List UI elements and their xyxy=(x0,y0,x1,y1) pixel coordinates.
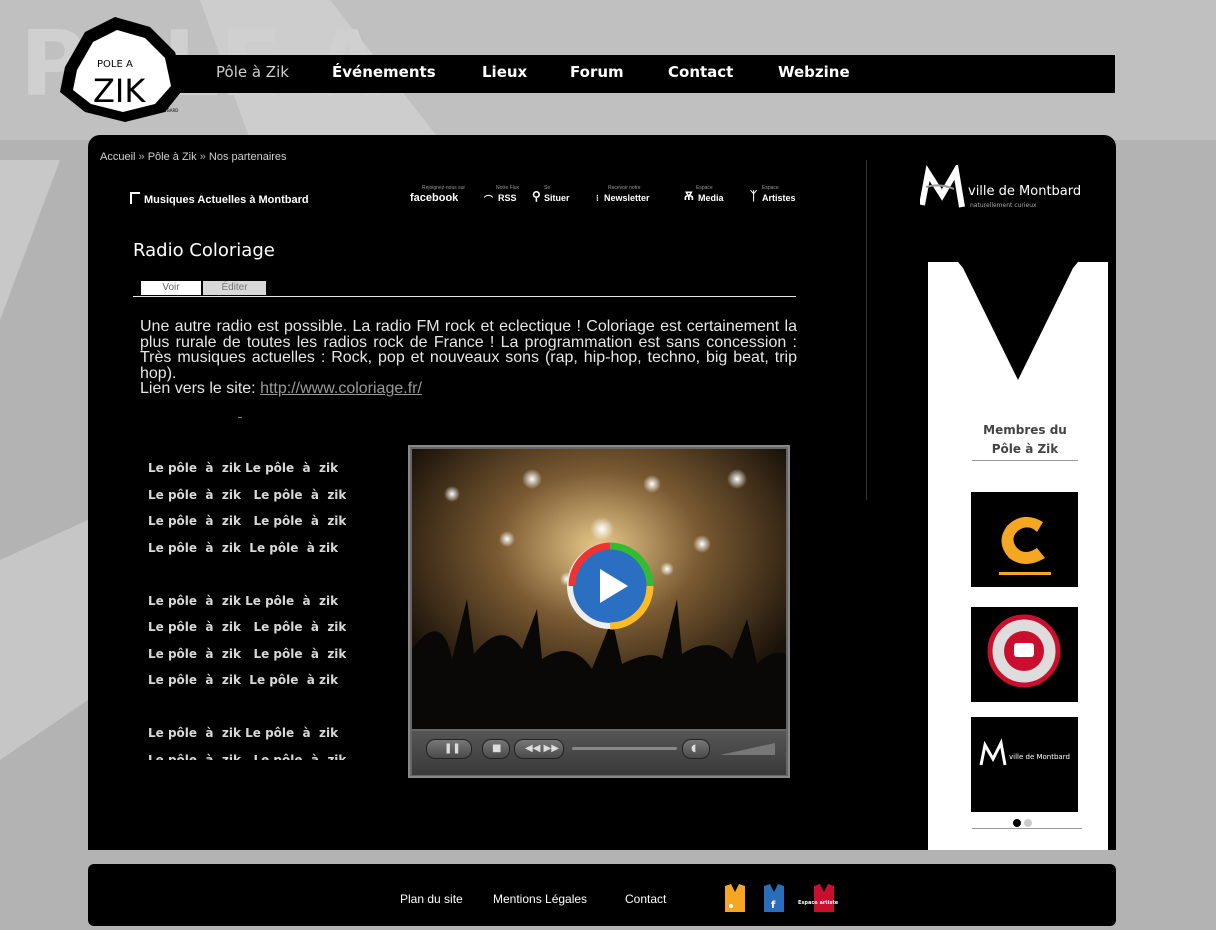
nav-webzine[interactable]: Webzine xyxy=(778,63,850,81)
link-prefix: Lien vers le site: xyxy=(140,380,261,397)
volume-icon[interactable]: ◖ xyxy=(682,739,710,759)
situer-link[interactable]: Se ⚲ Situer xyxy=(532,185,587,209)
svg-text:MONTBARD: MONTBARD xyxy=(155,108,178,113)
guitar-icon: ᛉ xyxy=(750,189,758,203)
sidebar-bottom-divider xyxy=(972,828,1082,829)
partner-ville-montbard[interactable]: ville de Montbard xyxy=(971,717,1078,812)
carousel-dot-active[interactable] xyxy=(1013,819,1021,827)
newsletter-link[interactable]: Recevoir notre ⁝ Newsletter xyxy=(596,185,674,209)
artistes-label: Artistes xyxy=(762,193,796,203)
breadcrumb-accueil[interactable]: Accueil xyxy=(100,151,135,163)
svg-text:POLE A: POLE A xyxy=(97,59,133,70)
footer-contact[interactable]: Contact xyxy=(625,892,666,906)
rss-icon[interactable] xyxy=(725,884,745,912)
media-link[interactable]: Espace Ѫ Media xyxy=(684,185,742,209)
svg-text:Espace artiste: Espace artiste xyxy=(798,900,839,906)
nav-pole-a-zik[interactable]: Pôle à Zik xyxy=(216,63,289,81)
article-body: Une autre radio est possible. La radio F… xyxy=(140,319,797,397)
ville-montbard-tagline: naturellement curieux xyxy=(970,202,1037,209)
coloriage-logo xyxy=(971,492,1078,587)
prev-next-button[interactable]: ◀◀ ▶▶ xyxy=(514,739,564,759)
breadcrumb-separator: » xyxy=(199,151,206,163)
footer-mentions-legales[interactable]: Mentions Légales xyxy=(493,892,587,906)
volume-slider[interactable] xyxy=(720,739,775,757)
media-small-label: Espace xyxy=(696,185,713,191)
newsletter-label: Newsletter xyxy=(604,193,650,203)
music-note-icon xyxy=(130,192,140,204)
partner-dans-ta-face[interactable] xyxy=(971,607,1078,702)
article-text: Une autre radio est possible. La radio F… xyxy=(140,318,797,382)
espace-artiste-icon[interactable]: Espace artiste xyxy=(796,884,852,912)
ville-montbard-title: ville de Montbard xyxy=(968,184,1082,199)
music-logo[interactable]: Musiques Actuelles à Montbard xyxy=(130,192,309,206)
footer: Plan du site Mentions Légales Contact f … xyxy=(88,864,1116,926)
seek-bar[interactable] xyxy=(572,747,677,750)
sidebar-v-shape xyxy=(928,262,1108,392)
artistes-small-label: Espace xyxy=(762,185,779,191)
members-divider xyxy=(972,460,1078,461)
divider-dash xyxy=(238,417,242,418)
media-label: Media xyxy=(698,193,724,203)
svg-text:ZIK: ZIK xyxy=(93,72,146,110)
nav-evenements[interactable]: Événements xyxy=(332,63,436,81)
breadcrumb-separator: » xyxy=(138,151,145,163)
mail-icon: ⁝ xyxy=(596,193,599,203)
music-logo-label: Musiques Actuelles à Montbard xyxy=(144,194,309,206)
play-icon xyxy=(567,542,654,630)
svg-text:ville de Montbard: ville de Montbard xyxy=(1009,753,1070,761)
rss-label: RSS xyxy=(498,193,517,203)
nav-contact[interactable]: Contact xyxy=(668,63,733,81)
pole-a-zik-text-block: Le pôle à zik Le pôle à zik Le pôle à zi… xyxy=(148,461,347,760)
carousel-dot[interactable] xyxy=(1024,819,1032,827)
facebook-small-label: Rejoignez-nous sur xyxy=(422,185,466,191)
player-controls: ❚❚ ■ ◀◀ ▶▶ ◖ xyxy=(412,731,786,775)
newsletter-small-label: Recevoir notre xyxy=(608,185,641,191)
facebook-link[interactable]: Rejoignez-nous sur facebook xyxy=(410,185,480,209)
video-player[interactable]: ❚❚ ■ ◀◀ ▶▶ ◖ xyxy=(408,445,790,778)
site-logo[interactable]: POLE A ZIK MONTBARD xyxy=(55,12,205,124)
pause-button[interactable]: ❚❚ xyxy=(426,739,472,759)
dans-ta-face-logo xyxy=(971,607,1078,702)
partner-coloriage[interactable] xyxy=(971,492,1078,587)
nav-lieux[interactable]: Lieux xyxy=(482,63,527,81)
page-title: Radio Coloriage xyxy=(133,240,275,261)
svg-text:f: f xyxy=(771,900,776,911)
rss-link[interactable]: Notre Flux ⌒ RSS xyxy=(484,185,524,209)
nav-forum[interactable]: Forum xyxy=(570,63,624,81)
tab-voir[interactable]: Voir xyxy=(141,281,201,295)
column-divider xyxy=(866,160,867,500)
figure-icon: Ѫ xyxy=(684,189,694,203)
rss-small-label: Notre Flux xyxy=(496,185,520,191)
stop-button[interactable]: ■ xyxy=(482,739,510,759)
ville-montbard-small-logo: ville de Montbard xyxy=(971,717,1078,802)
rss-icon: ⌒ xyxy=(484,195,494,205)
top-navigation: Pôle à Zik Événements Lieux Forum Contac… xyxy=(140,55,1115,93)
breadcrumb-pole-a-zik[interactable]: Pôle à Zik xyxy=(148,151,197,163)
tab-editer[interactable]: Éditer xyxy=(203,281,266,295)
breadcrumb: Accueil » Pôle à Zik » Nos partenaires xyxy=(100,151,287,163)
artistes-link[interactable]: Espace ᛉ Artistes xyxy=(750,185,810,209)
tab-divider xyxy=(133,296,796,297)
facebook-label: facebook xyxy=(410,192,459,204)
members-title: Membres du Pôle à Zik xyxy=(983,423,1067,456)
coloriage-link[interactable]: http://www.coloriage.fr/ xyxy=(260,380,422,397)
footer-plan-du-site[interactable]: Plan du site xyxy=(400,892,463,906)
situer-label: Situer xyxy=(544,193,570,203)
situer-small-label: Se xyxy=(544,185,551,191)
facebook-icon[interactable]: f xyxy=(764,884,784,912)
video-screen[interactable] xyxy=(412,449,786,729)
location-icon: ⚲ xyxy=(532,189,541,203)
breadcrumb-current: Nos partenaires xyxy=(208,151,287,163)
